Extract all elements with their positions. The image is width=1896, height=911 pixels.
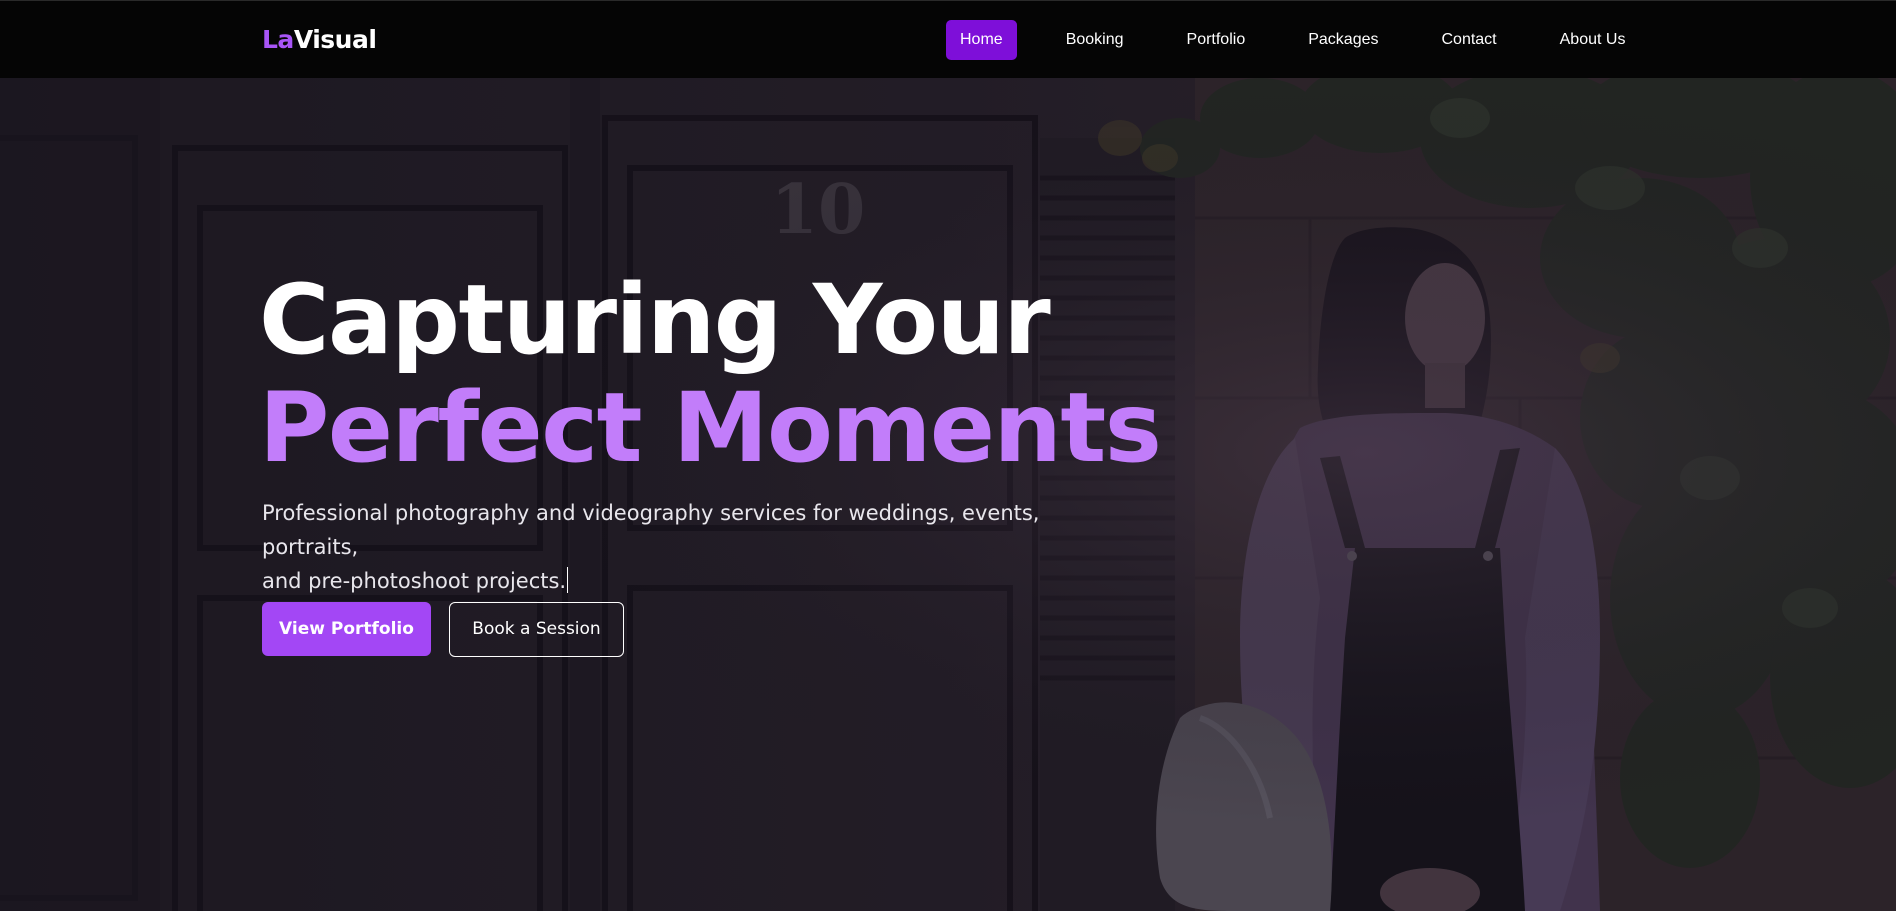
- site-logo[interactable]: LaVisual: [262, 25, 377, 55]
- subtitle-line-1: Professional photography and videography…: [262, 501, 1040, 559]
- hero-section: 10: [0, 78, 1896, 911]
- navbar: LaVisual Home Booking Portfolio Packages…: [0, 0, 1896, 78]
- nav-item-about-us[interactable]: About Us: [1546, 20, 1640, 60]
- subtitle-line-2: and pre-photoshoot projects.: [262, 569, 567, 593]
- logo-part-la: La: [262, 25, 294, 54]
- book-session-button[interactable]: Book a Session: [449, 602, 624, 657]
- headline-line-1: Capturing Your: [259, 264, 1051, 376]
- hero-background-image: 10: [0, 78, 1896, 911]
- nav-item-home[interactable]: Home: [946, 20, 1017, 60]
- nav-item-booking[interactable]: Booking: [1052, 20, 1138, 60]
- nav-item-portfolio[interactable]: Portfolio: [1173, 20, 1260, 60]
- hero-subtitle: Professional photography and videography…: [262, 496, 1112, 598]
- hero-headline: Capturing Your Perfect Moments: [259, 264, 1162, 484]
- headline-line-2: Perfect Moments: [259, 372, 1162, 484]
- text-cursor: [567, 567, 569, 593]
- nav-item-contact[interactable]: Contact: [1427, 20, 1510, 60]
- view-portfolio-button[interactable]: View Portfolio: [262, 602, 431, 656]
- page: LaVisual Home Booking Portfolio Packages…: [0, 0, 1896, 911]
- logo-part-visual: Visual: [293, 25, 377, 54]
- main-nav: Home Booking Portfolio Packages Contact …: [946, 20, 1639, 60]
- nav-item-packages[interactable]: Packages: [1294, 20, 1392, 60]
